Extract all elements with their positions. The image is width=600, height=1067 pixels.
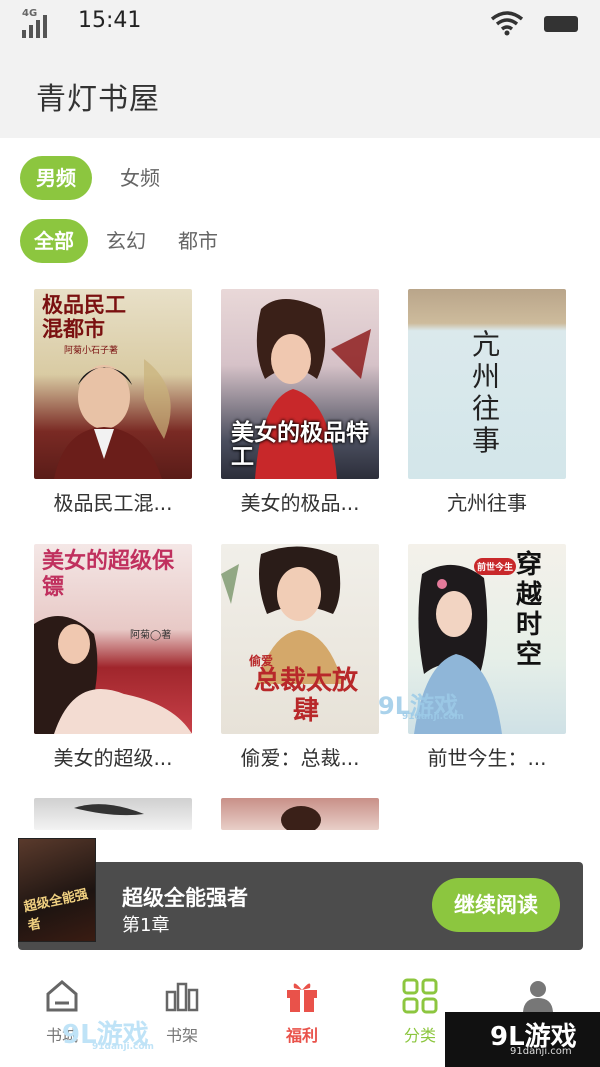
continue-book-title: 超级全能强者 <box>122 886 248 910</box>
tab-xuanhuan[interactable]: 玄幻 <box>92 219 160 263</box>
continue-book-cover[interactable]: 超级全能强者 <box>18 838 96 942</box>
cover-title: 美女的极品特工 <box>231 419 369 470</box>
book-cover[interactable]: 美女的超级保镖 阿菊◯著 <box>34 544 192 734</box>
cover-small: 前世今生 <box>474 558 516 575</box>
nav-bookshelf[interactable]: 书架 <box>142 976 222 1046</box>
book-title: 亢州往事 <box>447 491 527 515</box>
book-card[interactable]: 前世今生 穿越时空 前世今生：... <box>408 544 566 771</box>
tab-dushi[interactable]: 都市 <box>164 219 232 263</box>
network-type: 4G <box>22 8 38 19</box>
book-card[interactable]: 亢州往事 亢州往事 <box>408 289 566 516</box>
app-title: 青灯书屋 <box>36 82 160 117</box>
tab-all[interactable]: 全部 <box>20 219 88 263</box>
continue-reading-button[interactable]: 继续阅读 <box>432 878 560 932</box>
battery-icon <box>544 16 578 32</box>
continue-cover-text: 超级全能强者 <box>22 887 90 934</box>
watermark-url: 91danji.com <box>510 1046 572 1057</box>
book-cover-partial[interactable] <box>221 798 379 830</box>
book-cover-partial[interactable] <box>34 798 192 830</box>
book-title: 美女的极品... <box>240 491 360 515</box>
continue-chapter: 第1章 <box>122 915 170 936</box>
book-card[interactable]: 美女的极品特工 美女的极品... <box>221 289 379 516</box>
user-icon <box>523 981 553 1012</box>
nav-label: 福利 <box>285 1026 318 1045</box>
book-cover[interactable]: 极品民工混都市 阿菊小石子著 <box>34 289 192 479</box>
book-title: 美女的超级... <box>53 746 173 770</box>
tab-female[interactable]: 女频 <box>104 156 176 200</box>
cover-title: 极品民工混都市 <box>42 292 126 341</box>
watermark-url: 91danji.com <box>92 1042 154 1052</box>
bookshelf-icon <box>165 982 199 1012</box>
cover-title: 总裁太放肆 <box>253 666 358 726</box>
cover-author: 阿菊小石子著 <box>64 346 119 356</box>
cover-title: 穿越时空 <box>516 550 543 670</box>
book-cover[interactable]: 偷爱 总裁太放肆 <box>221 544 379 734</box>
book-cover[interactable]: 美女的极品特工 <box>221 289 379 479</box>
tab-male[interactable]: 男频 <box>20 156 92 200</box>
gift-icon <box>287 983 317 1012</box>
book-card[interactable]: 美女的超级保镖 阿菊◯著 美女的超级... <box>34 544 192 771</box>
signal-icon: 4G <box>22 8 58 38</box>
status-bar: 4G 15:41 <box>0 0 600 46</box>
book-title: 偷爱：总裁... <box>240 746 360 770</box>
nav-label: 书架 <box>165 1026 198 1045</box>
wifi-icon <box>490 11 524 36</box>
cover-title: 美女的超级保镖 <box>42 548 175 600</box>
nav-welfare[interactable]: 福利 <box>262 976 342 1046</box>
home-icon <box>46 980 78 1012</box>
grid-icon <box>402 978 438 1014</box>
book-title: 前世今生：... <box>427 746 547 770</box>
gender-tabs: 男频 女频 <box>20 156 188 200</box>
status-time: 15:41 <box>78 8 142 33</box>
cover-title: 亢州往事 <box>472 328 501 457</box>
app-header: 青灯书屋 <box>0 46 600 138</box>
watermark-url: 91danji.com <box>402 712 464 722</box>
cover-author: 阿菊◯著 <box>130 630 172 641</box>
book-title: 极品民工混... <box>53 491 173 515</box>
book-cover[interactable]: 亢州往事 <box>408 289 566 479</box>
book-card[interactable]: 偷爱 总裁太放肆 偷爱：总裁... <box>221 544 379 771</box>
category-tabs: 全部 玄幻 都市 <box>20 219 236 263</box>
book-card[interactable]: 极品民工混都市 阿菊小石子著 极品民工混... <box>34 289 192 516</box>
